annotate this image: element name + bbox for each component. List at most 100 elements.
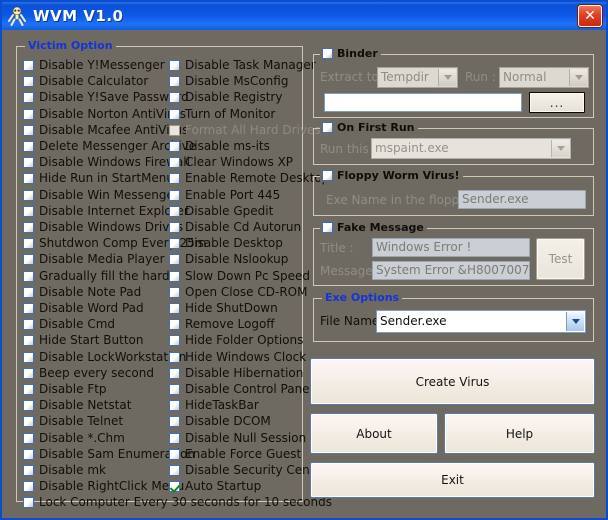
checkbox-box[interactable]	[169, 368, 180, 379]
victim-option-checkbox-c1-21[interactable]: Disable Netstat	[23, 398, 131, 413]
victim-option-checkbox-c1-26[interactable]: Disable RightClick Menu	[23, 479, 184, 494]
victim-option-checkbox-c1-14[interactable]: Disable Note Pad	[23, 285, 141, 300]
close-button[interactable]: ✕	[578, 5, 602, 27]
victim-option-checkbox-c1-9[interactable]: Disable Internet Explorer	[23, 204, 189, 219]
victim-option-checkbox-c1-22[interactable]: Disable Telnet	[23, 414, 123, 429]
victim-option-checkbox-c1-2[interactable]: Disable Y!Save Password	[23, 90, 189, 105]
chevron-down-icon[interactable]	[569, 69, 587, 86]
checkbox-box[interactable]	[169, 271, 180, 282]
victim-option-checkbox-full-0[interactable]: Lock Computer Every 30 seconds for 10 se…	[23, 495, 332, 510]
victim-option-checkbox-c2-0[interactable]: Disable Task Manager	[169, 58, 316, 73]
checkbox-box[interactable]	[23, 222, 34, 233]
checkbox-box[interactable]	[23, 497, 34, 508]
victim-option-checkbox-c2-10[interactable]: Disable Cd Autorun	[169, 220, 301, 235]
victim-option-checkbox-c1-18[interactable]: Disable LockWorkstation	[23, 350, 186, 365]
test-button[interactable]: Test	[536, 238, 585, 280]
checkbox-box[interactable]	[23, 352, 34, 363]
victim-option-checkbox-c2-12[interactable]: Disable Nslookup	[169, 252, 288, 267]
checkbox-box[interactable]	[169, 481, 180, 492]
fake-message-checkbox[interactable]	[322, 222, 333, 233]
chevron-down-icon[interactable]	[566, 312, 584, 331]
checkbox-box[interactable]	[23, 400, 34, 411]
run-this-combo[interactable]: mspaint.exe	[371, 138, 571, 159]
checkbox-box[interactable]	[169, 254, 180, 265]
file-name-combo[interactable]: Sender.exe	[376, 310, 586, 333]
victim-option-checkbox-c1-1[interactable]: Disable Calculator	[23, 74, 148, 89]
victim-option-checkbox-c2-1[interactable]: Disable MsConfig	[169, 74, 288, 89]
victim-option-checkbox-c2-14[interactable]: Open Close CD-ROM	[169, 285, 307, 300]
victim-option-checkbox-c2-15[interactable]: Hide ShutDown	[169, 301, 278, 316]
victim-option-checkbox-c2-6[interactable]: Clear Windows XP	[169, 155, 293, 170]
checkbox-box[interactable]	[169, 141, 180, 152]
checkbox-box[interactable]	[23, 109, 34, 120]
checkbox-box[interactable]	[169, 60, 180, 71]
victim-option-checkbox-c2-21[interactable]: HideTaskBar	[169, 398, 259, 413]
checkbox-box[interactable]	[23, 368, 34, 379]
checkbox-box[interactable]	[169, 190, 180, 201]
checkbox-box[interactable]	[23, 157, 34, 168]
checkbox-box[interactable]	[23, 384, 34, 395]
checkbox-box[interactable]	[23, 92, 34, 103]
victim-option-checkbox-c1-8[interactable]: Disable Win Messenger	[23, 188, 179, 203]
victim-option-checkbox-c1-20[interactable]: Disable Ftp	[23, 382, 107, 397]
victim-option-checkbox-c1-3[interactable]: Disable Norton AntiVirus	[23, 107, 186, 122]
fake-message-input[interactable]: System Error &H8007007E(-2147	[372, 261, 530, 280]
victim-option-checkbox-c1-23[interactable]: Disable *.Chm	[23, 431, 125, 446]
checkbox-box[interactable]	[23, 287, 34, 298]
fake-title-input[interactable]: Windows Error !	[372, 238, 530, 257]
checkbox-box[interactable]	[169, 319, 180, 330]
victim-option-checkbox-c2-11[interactable]: Disable Desktop	[169, 236, 283, 251]
victim-option-checkbox-c2-5[interactable]: Disable ms-its	[169, 139, 270, 154]
exit-button[interactable]: Exit	[310, 462, 595, 498]
victim-option-checkbox-c2-2[interactable]: Disable Registry	[169, 90, 282, 105]
checkbox-box[interactable]	[23, 173, 34, 184]
victim-option-checkbox-c2-3[interactable]: Turn of Monitor	[169, 107, 275, 122]
checkbox-box[interactable]	[23, 60, 34, 71]
victim-option-checkbox-c2-16[interactable]: Remove Logoff	[169, 317, 275, 332]
victim-option-checkbox-c1-10[interactable]: Disable Windows Drives	[23, 220, 183, 235]
checkbox-box[interactable]	[23, 190, 34, 201]
victim-option-checkbox-c1-19[interactable]: Beep every second	[23, 366, 154, 381]
victim-option-checkbox-c2-26[interactable]: Auto Startup	[169, 479, 261, 494]
victim-option-checkbox-c2-8[interactable]: Enable Port 445	[169, 188, 280, 203]
victim-option-checkbox-c1-6[interactable]: Disable Windows Firewall	[23, 155, 190, 170]
checkbox-box[interactable]	[169, 157, 180, 168]
about-button[interactable]: About	[310, 413, 438, 454]
chevron-down-icon[interactable]	[551, 140, 569, 157]
victim-option-checkbox-c1-16[interactable]: Disable Cmd	[23, 317, 115, 332]
on-first-run-checkbox[interactable]	[322, 122, 333, 133]
checkbox-box[interactable]	[169, 384, 180, 395]
checkbox-box[interactable]	[169, 109, 180, 120]
checkbox-box[interactable]	[23, 465, 34, 476]
victim-option-checkbox-c2-13[interactable]: Slow Down Pc Speed	[169, 269, 310, 284]
checkbox-box[interactable]	[169, 335, 180, 346]
checkbox-box[interactable]	[23, 125, 34, 136]
extract-to-combo[interactable]: Tempdir	[377, 67, 458, 88]
checkbox-box[interactable]	[169, 416, 180, 427]
checkbox-box[interactable]	[169, 206, 180, 217]
victim-option-checkbox-c2-20[interactable]: Disable Control Panel	[169, 382, 313, 397]
checkbox-box[interactable]	[169, 92, 180, 103]
checkbox-box[interactable]	[169, 400, 180, 411]
victim-option-checkbox-c2-22[interactable]: Disable DCOM	[169, 414, 271, 429]
victim-option-checkbox-c2-18[interactable]: Hide Windows Clock	[169, 350, 306, 365]
help-button[interactable]: Help	[444, 413, 595, 454]
checkbox-box[interactable]	[23, 335, 34, 346]
checkbox-box[interactable]	[169, 76, 180, 87]
victim-option-checkbox-c1-4[interactable]: Disable Mcafee AntiVirus	[23, 123, 188, 138]
chevron-down-icon[interactable]	[438, 69, 456, 86]
checkbox-box[interactable]	[23, 141, 34, 152]
checkbox-box[interactable]	[169, 449, 180, 460]
victim-option-checkbox-c2-23[interactable]: Disable Null Session	[169, 431, 306, 446]
victim-option-checkbox-c2-25[interactable]: Disable Security Center	[169, 463, 327, 478]
create-virus-button[interactable]: Create Virus	[310, 358, 595, 405]
checkbox-box[interactable]	[23, 76, 34, 87]
checkbox-box[interactable]	[169, 287, 180, 298]
victim-option-checkbox-c1-0[interactable]: Disable Y!Messenger	[23, 58, 165, 73]
browse-button[interactable]: ...	[529, 92, 585, 113]
floppy-worm-checkbox[interactable]	[322, 170, 333, 181]
checkbox-box[interactable]	[169, 433, 180, 444]
checkbox-box[interactable]	[169, 173, 180, 184]
victim-option-checkbox-c1-7[interactable]: Hide Run in StartMenu	[23, 171, 174, 186]
checkbox-box[interactable]	[23, 416, 34, 427]
